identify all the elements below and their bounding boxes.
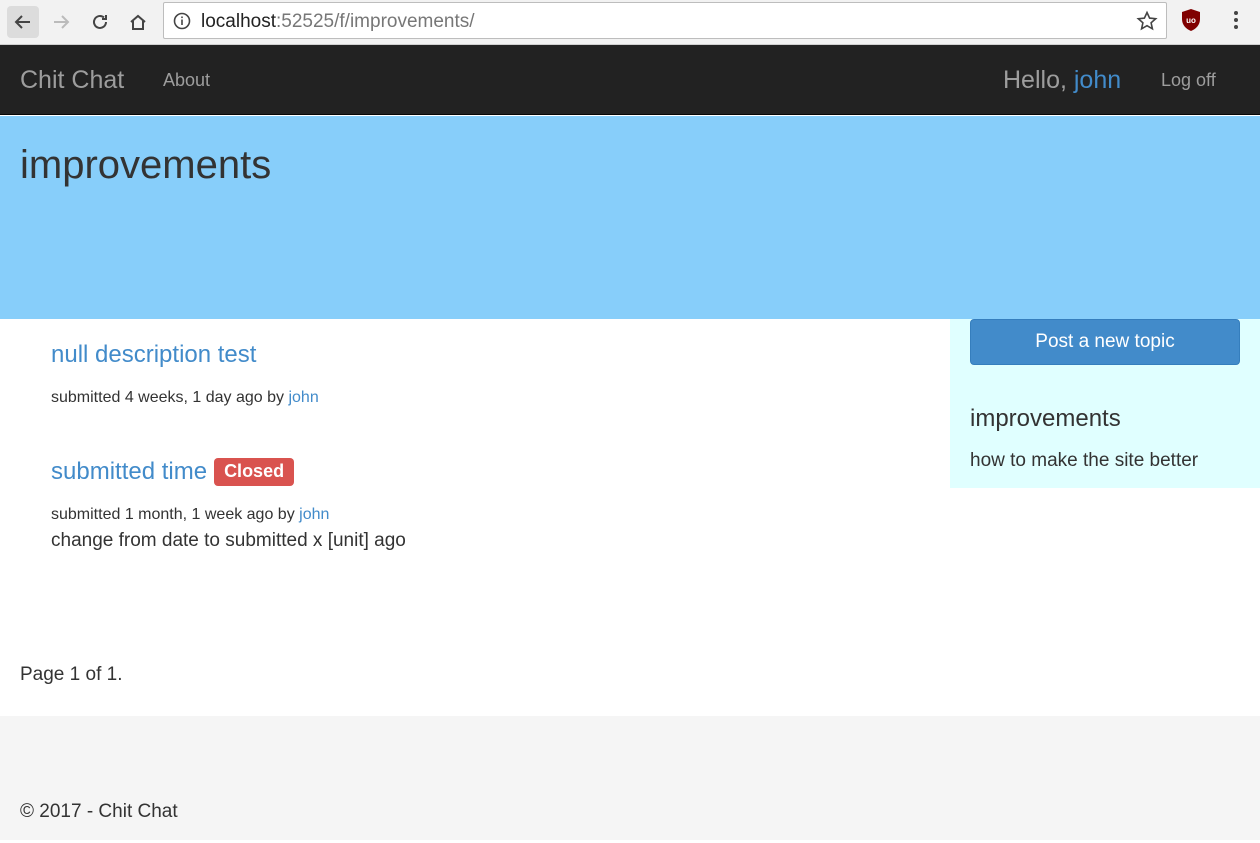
topic-title-row: submitted time Closed xyxy=(51,458,295,486)
topic-title-link[interactable]: submitted time xyxy=(51,458,207,485)
brand-link[interactable]: Chit Chat xyxy=(20,66,124,95)
footer: © 2017 - Chit Chat xyxy=(0,716,1260,840)
arrow-left-icon xyxy=(14,15,30,29)
star-icon[interactable] xyxy=(1136,10,1158,32)
address-bar[interactable]: localhost:52525/f/improvements/ xyxy=(163,2,1167,39)
topic-description: change from date to submitted x [unit] a… xyxy=(51,530,406,551)
reload-icon xyxy=(93,14,107,29)
nav-about-link[interactable]: About xyxy=(163,70,210,91)
url-path: :52525/f/improvements/ xyxy=(276,11,475,32)
info-icon[interactable] xyxy=(173,12,191,30)
site-navbar: Chit Chat About Hello, john Log off xyxy=(0,45,1260,115)
submitted-text: submitted 4 weeks, 1 day ago by xyxy=(51,389,289,406)
topic-title-link[interactable]: null description test xyxy=(51,341,256,369)
forum-header: improvements xyxy=(0,116,1260,319)
url-text: localhost:52525/f/improvements/ xyxy=(201,11,475,33)
ublock-shield-icon[interactable]: uo xyxy=(1180,8,1202,32)
kebab-menu-icon[interactable] xyxy=(1226,9,1246,31)
home-button[interactable] xyxy=(122,6,154,38)
greeting-prefix: Hello, xyxy=(1003,66,1074,94)
page-indicator: Page 1 of 1. xyxy=(20,664,123,685)
back-button[interactable] xyxy=(7,6,39,38)
greeting: Hello, john xyxy=(1003,66,1121,95)
topic-meta: submitted 4 weeks, 1 day ago by john xyxy=(51,389,319,407)
username-link[interactable]: john xyxy=(1074,66,1121,94)
copyright-text: © 2017 - Chit Chat xyxy=(20,801,178,822)
author-link[interactable]: john xyxy=(288,389,318,406)
browser-toolbar: localhost:52525/f/improvements/ uo xyxy=(0,0,1260,45)
arrow-right-icon xyxy=(54,15,70,29)
sidebar-description: how to make the site better xyxy=(970,450,1199,471)
svg-text:uo: uo xyxy=(1186,16,1196,25)
url-host: localhost xyxy=(201,11,276,32)
logoff-link[interactable]: Log off xyxy=(1161,70,1216,91)
home-icon xyxy=(130,14,146,30)
post-new-topic-button[interactable]: Post a new topic xyxy=(970,319,1240,365)
forward-button[interactable] xyxy=(45,6,77,38)
forum-sidebar: Post a new topic improvements how to mak… xyxy=(950,319,1260,488)
reload-button[interactable] xyxy=(84,6,116,38)
sidebar-title: improvements xyxy=(970,405,1121,432)
forum-title: improvements xyxy=(20,143,272,187)
submitted-text: submitted 1 month, 1 week ago by xyxy=(51,506,300,523)
status-badge-closed: Closed xyxy=(214,458,295,486)
topic-meta: submitted 1 month, 1 week ago by john xyxy=(51,506,329,524)
author-link[interactable]: john xyxy=(299,506,329,523)
